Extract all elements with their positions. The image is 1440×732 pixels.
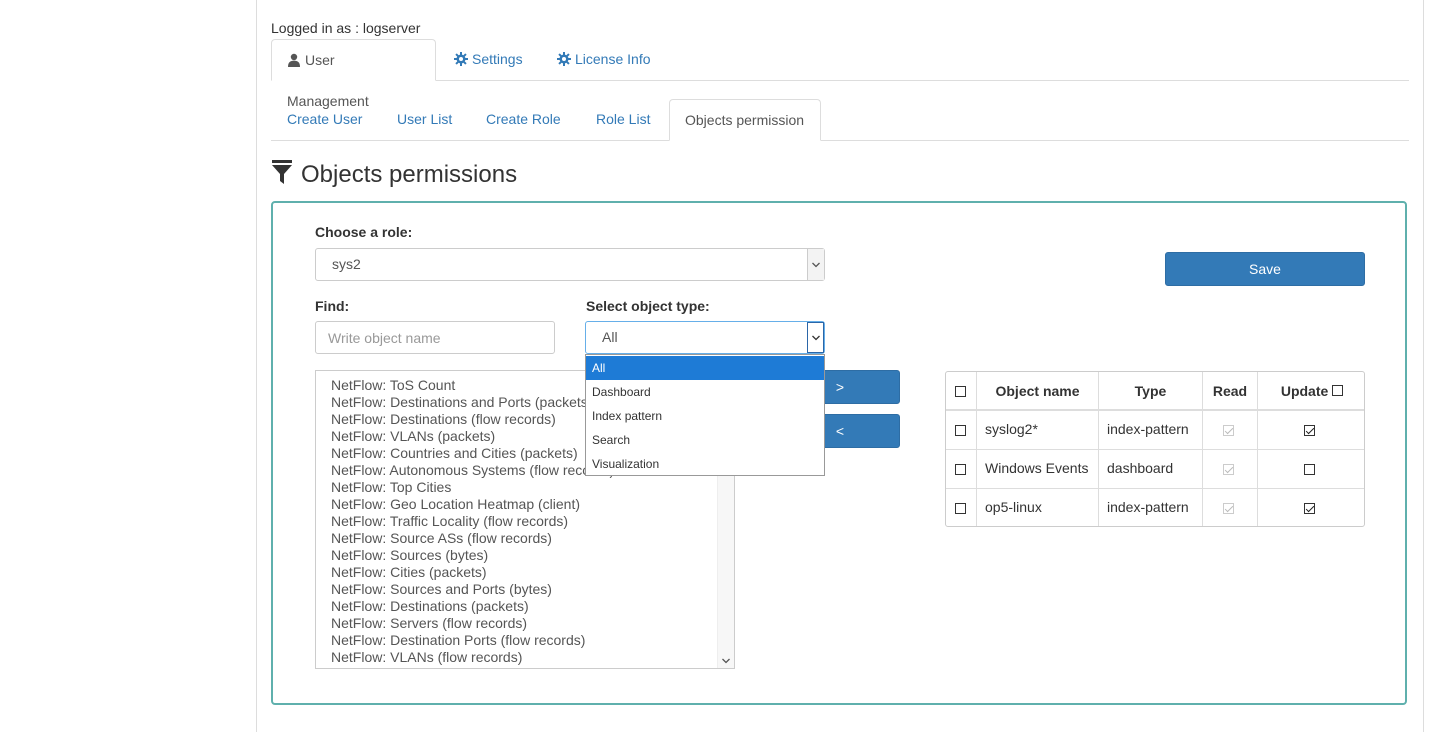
tab-create-user[interactable]: Create User [272, 99, 377, 140]
filter-icon [272, 160, 292, 184]
list-item[interactable]: NetFlow: Sources (bytes) [331, 547, 488, 564]
list-item[interactable]: NetFlow: Destinations (packets) [331, 598, 529, 615]
list-item[interactable]: NetFlow: Top Cities [331, 479, 451, 496]
page-title-text: Objects permissions [301, 161, 518, 188]
list-item[interactable]: NetFlow: Source ASs (flow records) [331, 530, 552, 547]
logged-in-label: Logged in as : logserver [271, 20, 421, 36]
list-item[interactable]: NetFlow: Servers (flow records) [331, 615, 527, 632]
gear-icon [454, 52, 468, 66]
tab-user-list[interactable]: User List [382, 99, 467, 140]
gear-icon [557, 52, 571, 66]
row-name: syslog2* [985, 421, 1038, 437]
list-item[interactable]: NetFlow: Countries and Cities (packets) [331, 445, 578, 462]
option-visualization[interactable]: Visualization [586, 452, 824, 476]
tab-user-management[interactable]: User Management [271, 39, 436, 109]
list-item[interactable]: NetFlow: Geo Location Heatmap (client) [331, 496, 580, 513]
list-item[interactable]: NetFlow: Destinations and Ports (packets… [331, 394, 592, 411]
find-input[interactable]: Write object name [315, 321, 555, 354]
object-type-dropdown: All Dashboard Index pattern Search Visua… [585, 354, 825, 476]
list-item[interactable]: NetFlow: ToS Count [331, 377, 455, 394]
right-divider [1423, 0, 1424, 732]
col-header-name: Object name [995, 383, 1080, 399]
tab-create-role[interactable]: Create Role [471, 99, 576, 140]
row-select-checkbox[interactable] [955, 464, 966, 475]
move-left-label: < [835, 423, 845, 439]
chevron-down-icon [722, 658, 730, 664]
option-search[interactable]: Search [586, 428, 824, 452]
main-tabs: User Management Settings License Info [271, 39, 1409, 109]
tab-objects-permission[interactable]: Objects permission [669, 99, 821, 141]
col-header-update: Update [1258, 383, 1364, 399]
update-checkbox[interactable] [1304, 464, 1315, 475]
row-type: index-pattern [1107, 421, 1189, 437]
chevron-down-icon [807, 249, 824, 280]
col-header-type: Type [1134, 383, 1167, 399]
object-type-select[interactable]: All [585, 321, 825, 354]
row-type: index-pattern [1107, 499, 1189, 515]
table-row [955, 462, 966, 478]
tab-label: Settings [472, 51, 523, 67]
update-checkbox[interactable] [1304, 425, 1315, 436]
find-label: Find: [315, 298, 350, 314]
left-divider [256, 0, 257, 732]
list-item[interactable]: NetFlow: Autonomous Systems (flow record… [331, 462, 614, 479]
chevron-down-icon [807, 322, 824, 353]
col-header-update-label: Update [1280, 383, 1329, 399]
row-select-checkbox[interactable] [955, 425, 966, 436]
update-checkbox[interactable] [1304, 503, 1315, 514]
tab-settings[interactable]: Settings [439, 39, 538, 80]
sub-tabs: Create User User List Create Role Role L… [271, 99, 1409, 141]
table-row [955, 501, 966, 517]
list-item[interactable]: NetFlow: VLANs (packets) [331, 428, 495, 445]
row-select-checkbox[interactable] [955, 503, 966, 514]
find-placeholder: Write object name [328, 330, 441, 346]
read-checkbox [1223, 503, 1234, 514]
row-type: dashboard [1107, 460, 1174, 476]
read-checkbox [1223, 425, 1234, 436]
tab-label: License Info [575, 51, 651, 67]
option-index-pattern[interactable]: Index pattern [586, 404, 824, 428]
read-checkbox [1223, 464, 1234, 475]
list-item[interactable]: NetFlow: Destination Ports (flow records… [331, 632, 585, 649]
role-select-value: sys2 [332, 256, 361, 272]
tab-license-info[interactable]: License Info [542, 39, 666, 80]
row-name: op5-linux [985, 499, 1042, 515]
update-all-checkbox[interactable] [1332, 385, 1344, 396]
page-title: Objects permissions [271, 160, 517, 192]
col-header-read: Read [1212, 383, 1248, 399]
list-item[interactable]: NetFlow: Sources and Ports (bytes) [331, 581, 552, 598]
permissions-table: Object name Type Read Update syslog2* in… [945, 371, 1365, 527]
option-dashboard[interactable]: Dashboard [586, 380, 824, 404]
list-item[interactable]: NetFlow: VLANs (flow records) [331, 649, 522, 666]
list-item[interactable]: NetFlow: Destinations (flow records) [331, 411, 556, 428]
user-icon [288, 53, 300, 67]
table-row [955, 423, 966, 439]
object-type-value: All [602, 329, 618, 345]
list-item[interactable]: NetFlow: Cities (packets) [331, 564, 487, 581]
select-all-checkbox[interactable] [955, 386, 966, 397]
object-type-label: Select object type: [586, 298, 710, 314]
option-all[interactable]: All [586, 356, 824, 380]
move-right-label: > [835, 379, 845, 395]
role-select[interactable]: sys2 [315, 248, 825, 281]
role-label: Choose a role: [315, 224, 413, 240]
row-name: Windows Events [985, 460, 1089, 476]
list-item[interactable]: NetFlow: Traffic Locality (flow records) [331, 513, 568, 530]
tab-role-list[interactable]: Role List [581, 99, 665, 140]
save-button[interactable]: Save [1165, 252, 1365, 286]
